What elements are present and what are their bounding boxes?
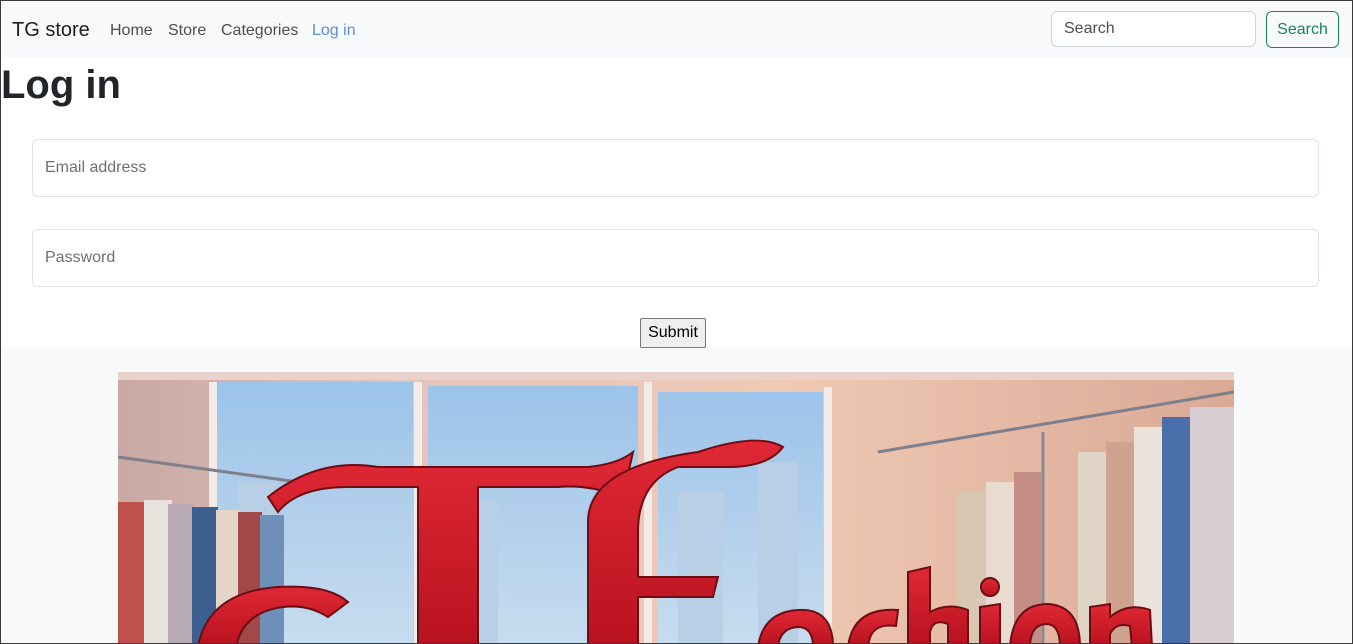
brand-logo-link[interactable]: TG store — [12, 18, 90, 42]
nav-link-categories[interactable]: Categories — [221, 20, 298, 42]
hero-section — [1, 348, 1352, 643]
store-banner-image — [118, 372, 1234, 643]
navbar: TG store Home Store Categories Log in Se… — [1, 1, 1352, 58]
search-input[interactable] — [1051, 11, 1256, 47]
browser-viewport: TG store Home Store Categories Log in Se… — [0, 0, 1353, 644]
page-title: Log in — [1, 63, 121, 107]
password-field[interactable] — [32, 229, 1319, 287]
submit-button[interactable]: Submit — [640, 318, 706, 348]
nav-link-login[interactable]: Log in — [312, 20, 356, 42]
nav-link-store[interactable]: Store — [168, 20, 206, 42]
search-button[interactable]: Search — [1266, 11, 1339, 48]
nav-link-home[interactable]: Home — [110, 20, 153, 42]
email-field[interactable] — [32, 139, 1319, 197]
